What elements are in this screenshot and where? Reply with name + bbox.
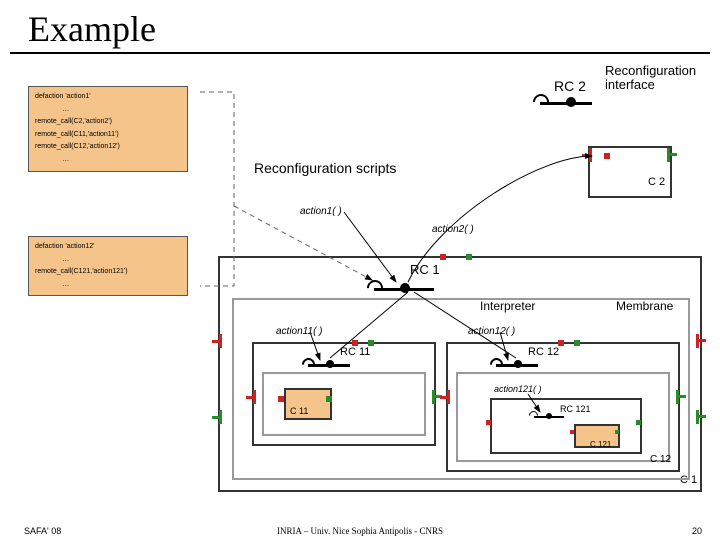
action12-label: action12( ): [468, 326, 515, 337]
script2-line1: defaction 'action12': [35, 241, 181, 254]
rc12-label: RC 12: [528, 346, 559, 358]
rc11-label: RC 11: [340, 346, 370, 358]
rc2-ball-icon: [566, 97, 576, 107]
action121-label: action121( ): [494, 384, 542, 394]
script1-line3: remote_call(C2,'action2'): [35, 116, 181, 129]
script-box-2: defaction 'action12' … remote_call(C121,…: [28, 236, 188, 296]
c11-topdot1-icon: [352, 340, 358, 346]
c12-port-right-icon: [676, 390, 686, 404]
script1-line1: defaction 'action1': [35, 91, 181, 104]
c121-inner-port2-icon: [615, 430, 619, 434]
c2-port-right-icon: [667, 148, 677, 162]
c1-port-right-red-icon: [696, 334, 706, 348]
script-box-1: defaction 'action1' … remote_call(C2,'ac…: [28, 86, 188, 172]
rc121-label: RC 121: [560, 404, 591, 414]
c2-port-left-icon: [582, 148, 592, 162]
c121-port-left-icon: [486, 420, 491, 425]
footer-right: 20: [692, 526, 702, 536]
membrane-label: Membrane: [616, 299, 673, 313]
script1-line5: remote_call(C12,'action12'): [35, 141, 181, 154]
rc1-label: RC 1: [410, 262, 440, 277]
c11-port-left-icon: [246, 390, 256, 404]
rc11-ball-icon: [326, 360, 334, 368]
c12-label: C 12: [650, 454, 671, 465]
reconfig-scripts-label: Reconfiguration scripts: [254, 161, 396, 176]
rc12-ball-icon: [514, 360, 522, 368]
rc1-ball-icon: [400, 283, 410, 293]
reconfig-interface-label: Reconfiguration interface: [605, 64, 720, 93]
script1-line4: remote_call(C11,'action11'): [35, 129, 181, 142]
c1-port-topdot1-icon: [440, 254, 446, 260]
c121-label: C 121: [590, 440, 611, 449]
title-bar: Example: [10, 6, 710, 54]
c12-port-left-icon: [440, 390, 450, 404]
script1-line2: …: [35, 104, 181, 117]
c11-topdot2-icon: [368, 340, 374, 346]
action2-label: action2( ): [432, 224, 474, 235]
c2-port-dot-icon: [604, 153, 610, 159]
c121-inner-port1-icon: [570, 430, 574, 434]
action1-label: action1( ): [300, 206, 342, 217]
c12-topdot1-icon: [558, 340, 564, 346]
rc2-socket-icon: [530, 91, 553, 114]
comp-c2: [588, 146, 672, 198]
c11-label: C 11: [290, 406, 308, 416]
script2-line4: …: [35, 279, 181, 292]
c11-inner-port2-icon: [326, 396, 332, 402]
c1-port-topdot2-icon: [466, 254, 472, 260]
interpreter-label: Interpreter: [480, 299, 535, 313]
c121-port-right-icon: [636, 420, 641, 425]
action11-label: action11( ): [276, 326, 323, 337]
c1-port-left-green-icon: [212, 410, 222, 424]
script2-line2: …: [35, 254, 181, 267]
script2-line3: remote_call(C121,'action121'): [35, 266, 181, 279]
rc2-label: RC 2: [554, 78, 586, 94]
c12-topdot2-icon: [574, 340, 580, 346]
c1-port-left-red-icon: [212, 334, 222, 348]
c2-label: C 2: [648, 176, 665, 188]
page-title: Example: [28, 9, 156, 49]
c11-inner-port1-icon: [278, 396, 284, 402]
rc121-ball-icon: [546, 413, 552, 419]
footer-center: INRIA – Univ. Nice Sophia Antipolis - CN…: [0, 526, 720, 536]
c1-port-right-green-icon: [696, 410, 706, 424]
script1-line6: …: [35, 154, 181, 167]
